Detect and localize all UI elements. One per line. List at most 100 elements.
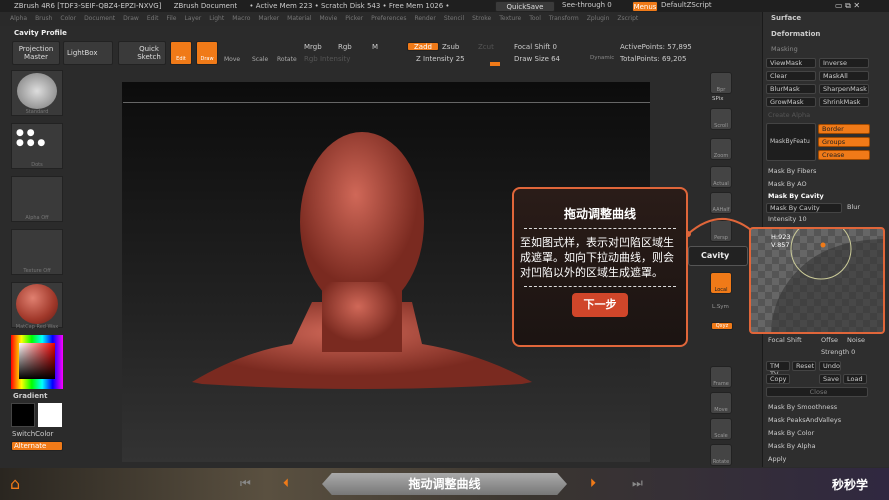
blurmask-button[interactable]: BlurMask xyxy=(766,84,816,94)
menu-item[interactable]: Stencil xyxy=(444,15,464,22)
menu-item[interactable]: Preferences xyxy=(371,15,406,22)
menu-item[interactable]: Zscript xyxy=(617,15,638,22)
mask-by-fibers[interactable]: Mask By Fibers xyxy=(768,167,816,175)
intensity-slider[interactable]: Intensity 10 xyxy=(768,215,807,223)
menu-item[interactable]: Edit xyxy=(147,15,159,22)
menu-item[interactable]: Color xyxy=(60,15,76,22)
tool-actual-button[interactable]: Actual xyxy=(710,166,732,188)
next-step-icon[interactable]: ⏵ xyxy=(590,476,596,491)
draw-button[interactable]: Draw xyxy=(196,41,218,65)
default-zscript[interactable]: DefaultZScript xyxy=(661,1,712,9)
mask-by-feature-button[interactable]: MaskByFeatu xyxy=(766,123,816,161)
brush-thumbnail[interactable]: Standard xyxy=(11,70,63,116)
tool-move-button[interactable]: Move xyxy=(710,392,732,414)
crease-toggle[interactable]: Crease xyxy=(818,150,870,160)
switchcolor-button[interactable]: SwitchColor xyxy=(12,430,53,438)
tool-lsym-button[interactable]: L.Sym xyxy=(712,304,729,310)
menu-item[interactable]: Movie xyxy=(320,15,338,22)
close-button[interactable]: Close xyxy=(766,387,868,397)
menu-item[interactable]: Alpha xyxy=(10,15,27,22)
zsub-button[interactable]: Zsub xyxy=(442,43,459,51)
dynamic-button[interactable]: Dynamic xyxy=(590,55,614,61)
focal-shift-slider[interactable]: Focal Shift 0 xyxy=(514,43,557,51)
copy-button[interactable]: Copy xyxy=(766,374,790,384)
tool-scroll-button[interactable]: Scroll xyxy=(710,108,732,130)
color-picker[interactable] xyxy=(11,335,63,389)
inverse-button[interactable]: Inverse xyxy=(819,58,869,68)
edit-button[interactable]: Edit xyxy=(170,41,192,65)
alternate-button[interactable]: Alternate xyxy=(11,441,63,451)
shrinkmask-button[interactable]: ShrinkMask xyxy=(819,97,869,107)
menu-item[interactable]: Material xyxy=(287,15,311,22)
mask-by-cavity-header[interactable]: Mask By Cavity xyxy=(768,192,824,200)
tool-qxyz-button[interactable]: Qxyz xyxy=(711,322,733,330)
save-button[interactable]: Save xyxy=(819,374,841,384)
material-thumbnail[interactable]: MatCap Red Wax xyxy=(11,282,63,330)
surface-section[interactable]: Surface xyxy=(771,14,801,22)
tool-zoom-button[interactable]: Zoom xyxy=(710,138,732,160)
main-color-swatch[interactable] xyxy=(38,403,62,427)
lightbox-button[interactable]: LightBox xyxy=(63,41,113,65)
menu-item[interactable]: Draw xyxy=(123,15,139,22)
stroke-thumbnail[interactable]: ● ● ● ● ● Dots xyxy=(11,123,63,169)
tool-aahalf-button[interactable]: AAHalf xyxy=(710,192,732,214)
load-button[interactable]: Load xyxy=(843,374,867,384)
undo-button[interactable]: Undo xyxy=(819,361,841,371)
mask-by-cavity-button[interactable]: Mask By Cavity xyxy=(766,203,842,213)
noise-slider[interactable]: Noise xyxy=(847,336,865,344)
menu-item[interactable]: Tool xyxy=(529,15,541,22)
tm-button[interactable]: TM xyxy=(770,362,780,370)
menu-item[interactable]: Layer xyxy=(185,15,202,22)
color-square[interactable] xyxy=(19,343,55,379)
mask-peaks-and-valleys[interactable]: Mask PeaksAndValleys xyxy=(768,416,841,424)
focal-shift-slider[interactable]: Focal Shift xyxy=(768,336,802,344)
menu-item[interactable]: Transform xyxy=(549,15,579,22)
menu-item[interactable]: Marker xyxy=(258,15,279,22)
viewmask-button[interactable]: ViewMask xyxy=(766,58,816,68)
border-toggle[interactable]: Border xyxy=(818,124,870,134)
create-alpha-button[interactable]: Create Alpha xyxy=(768,111,810,119)
menu-item[interactable]: Light xyxy=(209,15,224,22)
first-step-icon[interactable]: ⏮ xyxy=(240,476,251,491)
projection-master-button[interactable]: Projection Master xyxy=(12,41,60,65)
zcut-button[interactable]: Zcut xyxy=(478,43,494,51)
tool-spix-button[interactable]: SPix xyxy=(712,96,723,102)
z-intensity-slider[interactable]: Z Intensity 25 xyxy=(416,55,465,63)
home-icon[interactable]: ⌂ xyxy=(10,474,20,493)
next-step-button[interactable]: 下一步 xyxy=(572,293,628,317)
masking-section[interactable]: Masking xyxy=(771,45,798,53)
maskall-button[interactable]: MaskAll xyxy=(819,71,869,81)
menu-item[interactable]: Macro xyxy=(232,15,250,22)
rgb-intensity-slider[interactable]: Rgb Intensity xyxy=(304,55,350,63)
last-step-icon[interactable]: ⏭ xyxy=(632,476,643,491)
menu-item[interactable]: Stroke xyxy=(472,15,491,22)
see-through-slider[interactable]: See-through 0 xyxy=(562,1,622,12)
tool-frame-button[interactable]: Frame xyxy=(710,366,732,388)
blur-slider[interactable]: Blur xyxy=(847,203,860,211)
texture-thumbnail[interactable]: Texture Off xyxy=(11,229,63,275)
tm-tv-buttons[interactable]: TM TV xyxy=(766,361,790,378)
draw-size-slider[interactable]: Draw Size 64 xyxy=(514,55,560,63)
mrgb-button[interactable]: Mrgb xyxy=(304,43,322,51)
strength-slider[interactable]: Strength 0 xyxy=(821,348,855,356)
menus-button[interactable]: Menus xyxy=(632,1,658,12)
tool-local-button[interactable]: Local xyxy=(710,272,732,294)
apply-button[interactable]: Apply xyxy=(768,455,786,463)
move-button[interactable]: Move xyxy=(224,56,240,63)
menu-item[interactable]: Zplugin xyxy=(587,15,610,22)
quicksave-button[interactable]: QuickSave xyxy=(495,1,555,12)
mask-by-color[interactable]: Mask By Color xyxy=(768,429,814,437)
quick-sketch-button[interactable]: Quick Sketch xyxy=(118,41,166,65)
menu-item[interactable]: Picker xyxy=(345,15,363,22)
mask-by-smoothness[interactable]: Mask By Smoothness xyxy=(768,403,837,411)
mask-by-ao[interactable]: Mask By AO xyxy=(768,180,807,188)
deformation-section[interactable]: Deformation xyxy=(771,30,820,38)
menu-item[interactable]: Brush xyxy=(35,15,52,22)
clear-button[interactable]: Clear xyxy=(766,71,816,81)
sharpenmask-button[interactable]: SharpenMask xyxy=(819,84,869,94)
menu-item[interactable]: Document xyxy=(84,15,115,22)
gradient-label[interactable]: Gradient xyxy=(13,392,47,400)
menu-item[interactable]: Render xyxy=(414,15,435,22)
cavity-profile-curve[interactable]: H:923 V:857 xyxy=(749,227,885,334)
window-controls[interactable]: ▭ ⧉ ✕ xyxy=(835,1,860,11)
